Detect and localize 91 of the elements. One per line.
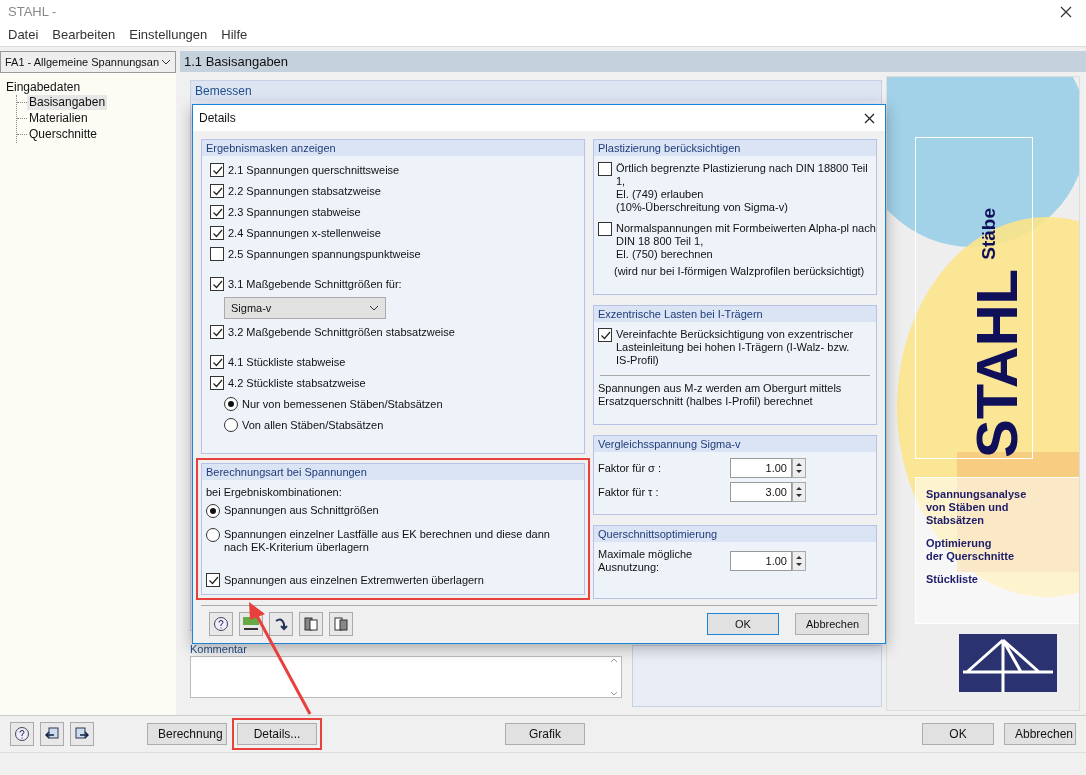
checkbox-label: 2.3 Spannungen stabweise xyxy=(228,206,361,218)
group-title: Exzentrische Lasten bei I-Trägern xyxy=(594,306,876,322)
note-text: (wird nur bei I-förmigen Walzprofilen berücksichtigt) xyxy=(613,265,866,277)
checkbox[interactable] xyxy=(210,205,224,219)
result-select[interactable]: Sigma-v xyxy=(224,297,386,319)
checkbox[interactable] xyxy=(210,325,224,339)
action-button[interactable]: Berechnung xyxy=(147,723,227,746)
checkbox-label: 2.4 Spannungen x-stellenweise xyxy=(228,227,381,239)
group-title: Querschnittsoptimierung xyxy=(594,526,876,542)
intro-text: bei Ergebniskombinationen: xyxy=(205,486,343,498)
bridge-logo-icon xyxy=(959,633,1057,692)
checkbox[interactable] xyxy=(210,163,224,177)
radio-button[interactable] xyxy=(224,397,238,411)
checkbox[interactable] xyxy=(210,355,224,369)
tree-item[interactable]: Eingabedaten xyxy=(6,78,170,95)
group-title: Vergleichsspannung Sigma-v xyxy=(594,436,876,452)
checkbox[interactable] xyxy=(598,222,612,236)
ok-button[interactable]: OK xyxy=(707,613,779,635)
spin-arrows-icon[interactable] xyxy=(792,551,806,571)
radio-label: Spannungen einzelner Lastfälle aus EK berechnen und diese dann nach EK-Kriterium überlagern xyxy=(224,528,550,554)
note-text: Spannungen aus M-z werden am Obergurt mittels Ersatzquerschnitt (halbes I-Profil) berechnet xyxy=(597,382,843,408)
menu-item[interactable]: Hilfe xyxy=(221,27,248,43)
checkbox-label: 2.2 Spannungen stabsatzweise xyxy=(228,185,381,197)
cancel-button[interactable]: Abbrechen xyxy=(795,613,869,635)
feature-text: Optimierung der Querschnitte xyxy=(926,536,1016,563)
dialog-button[interactable]: OK xyxy=(922,723,994,746)
banner-subtitle: Stäbe xyxy=(978,207,1000,260)
field-label: Faktor für τ : xyxy=(598,485,660,499)
checkbox[interactable] xyxy=(598,328,612,342)
menu-item[interactable]: Bearbeiten xyxy=(52,27,116,43)
radio-button[interactable] xyxy=(206,528,220,542)
help-icon[interactable] xyxy=(209,612,233,636)
comment-field[interactable] xyxy=(190,656,622,699)
dialog-title: Details xyxy=(199,111,236,125)
group-title: Ergebnismasken anzeigen xyxy=(202,140,584,156)
group-title: Plastizierung berücksichtigen xyxy=(594,140,876,156)
radio-label: Spannungen aus Schnittgrößen xyxy=(224,504,379,517)
chevron-down-icon xyxy=(161,58,171,65)
checkbox[interactable] xyxy=(210,184,224,198)
previous-page-icon[interactable] xyxy=(40,722,64,747)
checkbox[interactable] xyxy=(210,277,224,291)
radio-label: Nur von bemessenen Stäben/Stabsätzen xyxy=(242,398,443,410)
checkbox-label: 3.1 Maßgebende Schnittgrößen für: xyxy=(228,278,402,290)
number-field[interactable]: 3.00 xyxy=(730,482,792,502)
tree-item[interactable]: Querschnitte xyxy=(27,127,100,143)
action-button[interactable]: Details... xyxy=(237,723,317,746)
radio-button[interactable] xyxy=(224,418,238,432)
export-document-icon[interactable] xyxy=(299,612,323,636)
checkbox[interactable] xyxy=(210,376,224,390)
checkbox-label: Örtlich begrenzte Plastizierung nach DIN 18800 Teil 1, El. (749) erlauben (10%-Überschreitung von Sigma-v) xyxy=(616,162,869,214)
checkbox-label: 4.1 Stückliste stabweise xyxy=(228,356,346,368)
chevron-down-icon xyxy=(369,305,379,311)
dialog-button[interactable]: Abbrechen xyxy=(1004,723,1076,746)
banner-title: STAHL xyxy=(968,268,1026,458)
group-title: Berechnungsart bei Spannungen xyxy=(202,464,584,480)
checkbox[interactable] xyxy=(598,162,612,176)
checkbox-label: Normalspannungen mit Formbeiwerten Alpha-pl nach DIN 18 800 Teil 1, El. (750) berechnen xyxy=(616,222,876,261)
spin-arrows-icon[interactable] xyxy=(792,482,806,502)
checkbox-label: 3.2 Maßgebende Schnittgrößen stabsatzweise xyxy=(228,326,455,338)
section-title: Bemessen xyxy=(191,80,881,101)
field-label: Faktor für σ : xyxy=(598,461,663,475)
radio-label: Von allen Stäben/Stabsätzen xyxy=(242,419,384,431)
help-icon[interactable] xyxy=(10,722,34,747)
checkbox-label: 4.2 Stückliste stabsatzweise xyxy=(228,377,366,389)
field-label: Maximale mögliche Ausnutzung: xyxy=(598,548,694,574)
tree-item[interactable]: Basisangaben xyxy=(27,95,108,111)
tree-item[interactable]: Materialien xyxy=(27,111,90,127)
checkbox-label: Vereinfachte Berücksichtigung von exzentrischer Lasteinleitung bei hohen I-Trägern (I-Walz- bzw. IS-Profil) xyxy=(616,328,854,367)
checkbox[interactable] xyxy=(210,247,224,261)
page-header: 1.1 Basisangaben xyxy=(180,50,1086,72)
section-title: Kommentar xyxy=(190,643,247,656)
radio-button[interactable] xyxy=(206,504,220,518)
feature-text: Stückliste xyxy=(926,572,979,586)
checkbox-label: Spannungen aus einzelnen Extremwerten überlagern xyxy=(224,574,484,586)
checkbox-label: 2.5 Spannungen spannungspunktweise xyxy=(228,248,421,260)
checkbox[interactable] xyxy=(210,226,224,240)
checkbox-label: 2.1 Spannungen querschnittsweise xyxy=(228,164,400,176)
number-field[interactable]: 1.00 xyxy=(730,458,792,478)
window-title: STAHL - xyxy=(8,4,57,20)
spin-arrows-icon[interactable] xyxy=(792,458,806,478)
feature-text: Spannungsanalyse von Stäben und Stabsätzen xyxy=(926,487,1028,527)
menu-item[interactable]: Datei xyxy=(8,27,39,43)
close-icon[interactable] xyxy=(864,112,875,124)
import-document-icon[interactable] xyxy=(329,612,353,636)
case-select[interactable]: FA1 - Allgemeine Spannungsan xyxy=(0,50,176,73)
action-button[interactable]: Grafik xyxy=(505,723,585,746)
menu-item[interactable]: Einstellungen xyxy=(129,27,208,43)
number-field[interactable]: 1.00 xyxy=(730,551,792,571)
close-icon[interactable] xyxy=(1060,5,1072,18)
checkbox[interactable] xyxy=(206,573,220,587)
next-page-icon[interactable] xyxy=(70,722,94,747)
